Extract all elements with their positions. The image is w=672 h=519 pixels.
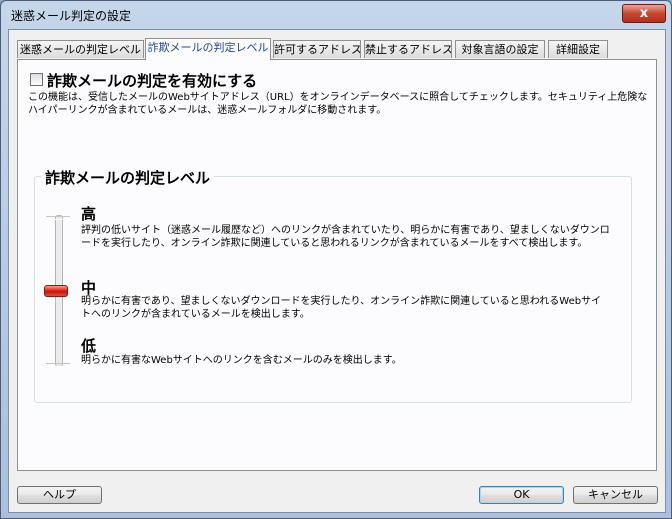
help-button[interactable]: ヘルプ	[17, 486, 102, 504]
slider-tick-low	[46, 363, 70, 367]
tab-phishing-level[interactable]: 詐欺メールの判定レベル	[145, 38, 271, 60]
level-low-title: 低	[81, 337, 97, 355]
window-title: 迷惑メール判定の設定	[11, 9, 132, 23]
cancel-button[interactable]: キャンセル	[573, 486, 658, 504]
group-title: 詐欺メールの判定レベル	[41, 167, 215, 188]
settings-dialog: 迷惑メール判定の設定 x 迷惑メールの判定レベル 詐欺メールの判定レベル 許可す…	[0, 0, 672, 519]
level-high-description: 評判の低いサイト（迷惑メール履歴など）へのリンクが含まれていたり、明らかに有害で…	[81, 225, 610, 249]
ok-button[interactable]: OK	[479, 486, 564, 504]
tab-allowed-addresses[interactable]: 許可するアドレス	[273, 40, 361, 58]
level-slider-thumb[interactable]	[44, 285, 68, 297]
dialog-client: 迷惑メールの判定レベル 詐欺メールの判定レベル 許可するアドレス 禁止するアドレ…	[8, 29, 666, 513]
enable-phishing-checkbox[interactable]	[30, 73, 43, 86]
phishing-level-group: 詐欺メールの判定レベル 高 評判の低いサイト（迷惑メール履歴など）へのリンクが含…	[34, 167, 632, 403]
slider-tick-high	[46, 216, 70, 220]
close-button[interactable]: x	[622, 4, 666, 23]
feature-description: この機能は、受信したメールのWebサイトアドレス（URL）をオンラインデータベー…	[28, 92, 648, 116]
enable-phishing-label[interactable]: 詐欺メールの判定を有効にする	[47, 70, 257, 91]
level-medium-description: 明らかに有害であり、望ましくないダウンロードを実行したり、オンライン詐欺に関連し…	[81, 296, 602, 320]
level-low-description: 明らかに有害なWebサイトへのリンクを含むメールのみを検出します。	[81, 355, 402, 366]
tab-language-settings[interactable]: 対象言語の設定	[455, 40, 545, 58]
tab-advanced-settings[interactable]: 詳細設定	[548, 40, 608, 58]
tab-panel: 詐欺メールの判定を有効にする この機能は、受信したメールのWebサイトアドレス（…	[17, 59, 657, 471]
level-high-title: 高	[81, 205, 97, 223]
tab-spam-level[interactable]: 迷惑メールの判定レベル	[17, 40, 144, 58]
tab-blocked-addresses[interactable]: 禁止するアドレス	[364, 40, 452, 58]
title-bar[interactable]: 迷惑メール判定の設定 x	[1, 1, 671, 29]
close-icon: x	[639, 6, 649, 21]
